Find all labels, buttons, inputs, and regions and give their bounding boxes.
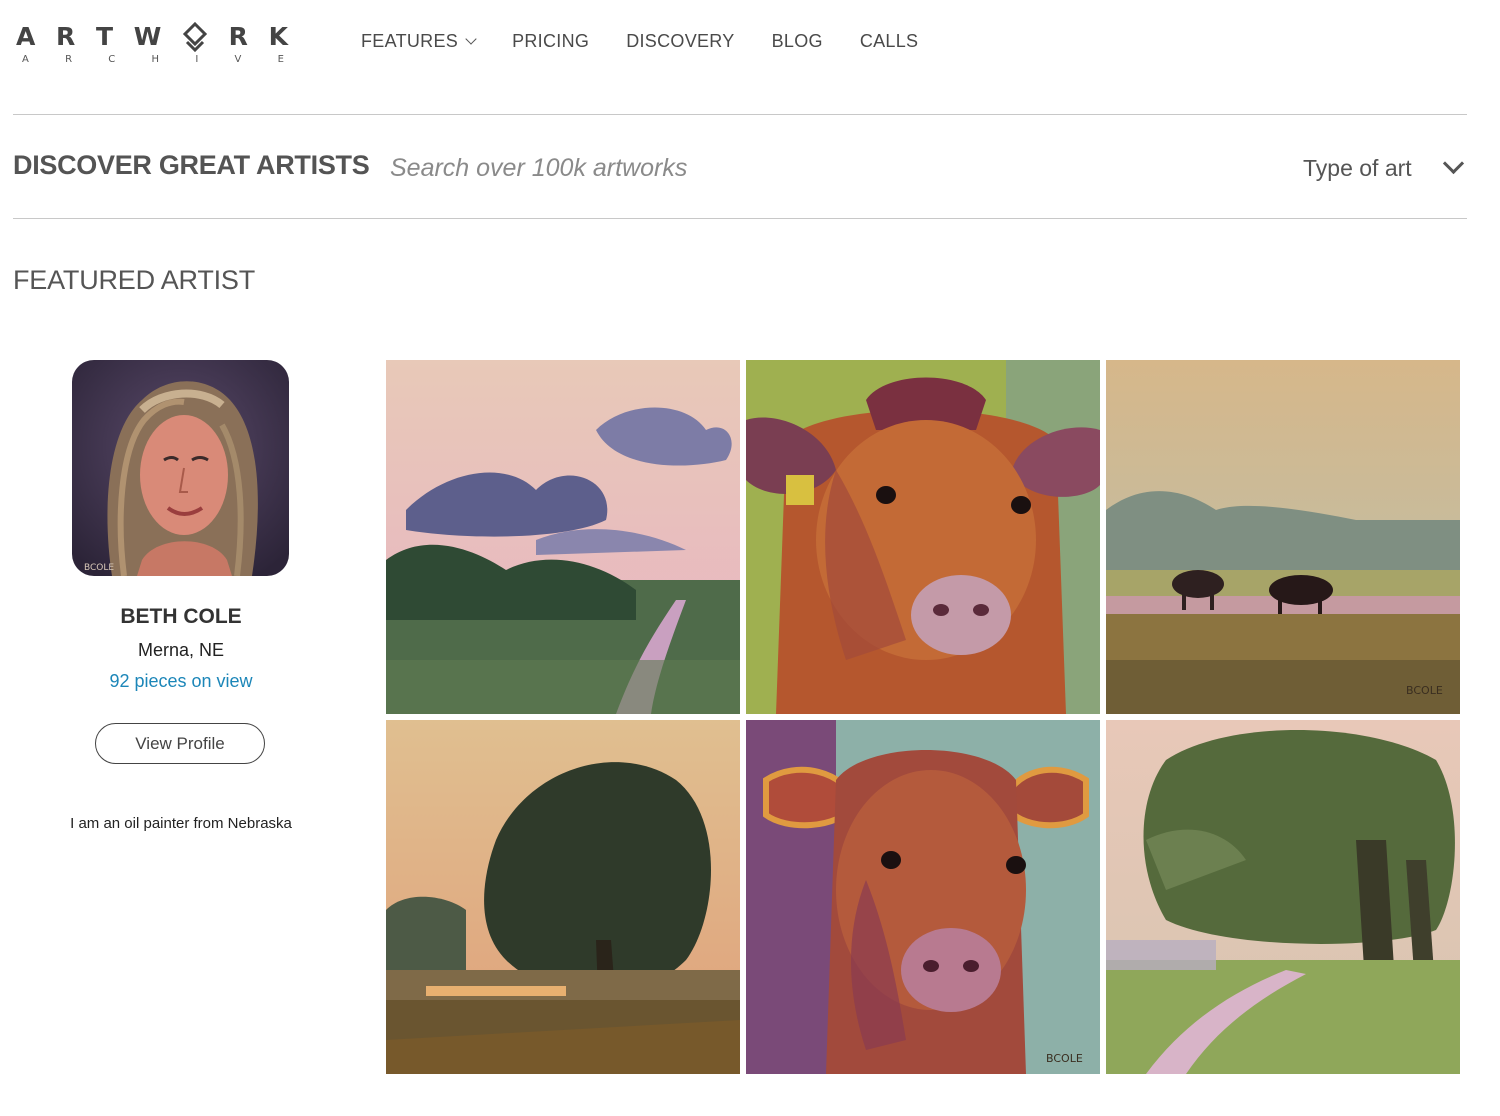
artwork-tile-tree-path[interactable] xyxy=(1106,720,1460,1074)
discover-title: DISCOVER GREAT ARTISTS xyxy=(13,150,370,180)
nav-calls-label: CALLS xyxy=(859,31,919,51)
artist-avatar[interactable]: BCOLE xyxy=(72,360,289,576)
nav-features-label: FEATURES xyxy=(361,31,459,51)
chevron-down-icon xyxy=(465,33,477,45)
nav-discovery[interactable]: DISCOVERY xyxy=(626,31,734,52)
artwork-signature: BCOLE xyxy=(1046,1052,1083,1065)
nav-pricing-label: PRICING xyxy=(512,31,590,51)
artist-bio: I am an oil painter from Nebraska xyxy=(70,815,292,832)
artwork-tile-tree-sunset[interactable] xyxy=(386,720,740,1074)
type-of-art-label: Type of art xyxy=(1303,154,1412,181)
nav-calls[interactable]: CALLS xyxy=(860,31,919,52)
discover-divider xyxy=(13,218,1467,219)
nav-discovery-label: DISCOVERY xyxy=(626,31,735,51)
site-header: A R T W R K A R C H I V E FEATURES PRICI… xyxy=(0,0,1500,114)
artwork-tile-cow-portrait-2[interactable]: BCOLE xyxy=(746,720,1100,1074)
artwork-archive-logo[interactable]: A R T W R K A R C H I V E xyxy=(16,20,288,70)
nav-pricing[interactable]: PRICING xyxy=(512,31,589,52)
pieces-on-view-link[interactable]: 92 pieces on view xyxy=(0,671,362,692)
artwork-signature: BCOLE xyxy=(1406,684,1443,697)
artwork-tile-pasture-cows[interactable]: BCOLE xyxy=(1106,360,1460,714)
view-profile-button[interactable]: View Profile xyxy=(95,723,265,764)
nav-blog[interactable]: BLOG xyxy=(772,31,823,52)
header-divider xyxy=(13,114,1467,115)
artwork-tile-cow-portrait[interactable] xyxy=(746,360,1100,714)
artist-location: Merna, NE xyxy=(137,640,225,660)
main-nav: FEATURES PRICING DISCOVERY BLOG CALLS xyxy=(361,31,955,52)
nav-blog-label: BLOG xyxy=(771,31,823,51)
logo-subtitle: A R C H I V E xyxy=(22,54,284,65)
type-of-art-select[interactable]: Type of art xyxy=(1303,150,1473,186)
logo-wordmark: A R T W R K xyxy=(16,22,288,52)
featured-artist-heading: FEATURED ARTIST xyxy=(13,265,256,295)
logo-diamond-o-icon xyxy=(182,22,208,52)
artist-name[interactable]: BETH COLE xyxy=(0,605,362,629)
search-input[interactable] xyxy=(390,150,1070,186)
chevron-down-icon xyxy=(1442,152,1465,175)
svg-text:BCOLE: BCOLE xyxy=(84,563,114,573)
artwork-tile-landscape-clouds[interactable] xyxy=(386,360,740,714)
nav-features[interactable]: FEATURES xyxy=(361,31,477,52)
